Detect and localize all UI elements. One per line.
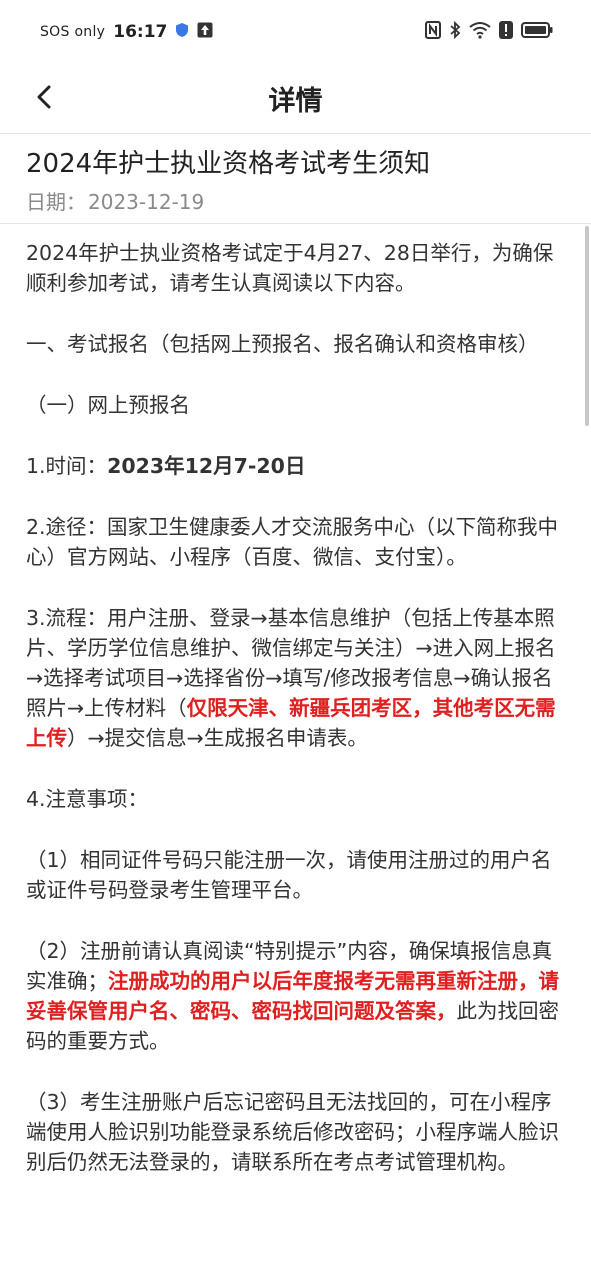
note-1: （1）相同证件号码只能注册一次，请使用注册过的用户名或证件号码登录考生管理平台。 (26, 848, 552, 902)
upload-arrow-icon (197, 22, 213, 42)
notes-heading: 4.注意事项： (26, 787, 149, 811)
date-label: 日期： (26, 190, 86, 214)
chevron-left-icon (35, 84, 53, 114)
article-header: 2024年护士执业资格考试考生须知 日期： 2023-12-19 (0, 134, 591, 224)
nfc-icon (425, 21, 441, 43)
status-bar: SOS only 16:17 (0, 0, 591, 64)
alert-icon (499, 21, 513, 43)
section-heading: 一、考试报名（包括网上预报名、报名确认和资格审核） (26, 332, 539, 356)
clock: 16:17 (113, 22, 168, 42)
process-text-end: ）→提交信息→生成报名申请表。 (67, 726, 368, 750)
intro-paragraph: 2024年护士执业资格考试定于4月27、28日举行，为确保顺利参加考试，请考生认… (26, 241, 554, 295)
time-label: 1.时间： (26, 454, 108, 478)
article-date: 日期： 2023-12-19 (26, 186, 565, 215)
note-3: （3）考生注册账户后忘记密码且无法找回的，可在小程序端使用人脸识别功能登录系统后… (26, 1090, 559, 1174)
date-value: 2023-12-19 (88, 190, 205, 214)
time-paragraph: 1.时间：2023年12月7-20日 (26, 451, 561, 481)
status-left: SOS only 16:17 (40, 22, 213, 42)
battery-icon (521, 21, 553, 43)
article-title: 2024年护士执业资格考试考生须知 (26, 149, 431, 179)
page-title: 详情 (268, 86, 323, 117)
status-right (425, 20, 553, 43)
route-paragraph: 2.途径：国家卫生健康委人才交流服务中心（以下简称我中心）官方网站、小程序（百度… (26, 515, 559, 569)
nav-bar: 详情 (0, 64, 591, 134)
subsection-heading: （一）网上预报名 (26, 393, 190, 417)
time-value: 2023年12月7-20日 (107, 454, 306, 478)
process-paragraph: 3.流程：用户注册、登录→基本信息维护（包括上传基本照片、学历学位信息维护、微信… (26, 603, 561, 753)
scrollbar[interactable] (585, 226, 589, 426)
shield-icon (175, 22, 189, 42)
article-body: 2024年护士执业资格考试定于4月27、28日举行，为确保顺利参加考试，请考生认… (0, 224, 591, 1280)
carrier-label: SOS only (40, 24, 106, 40)
wifi-icon (469, 21, 491, 43)
back-button[interactable] (24, 79, 64, 119)
bluetooth-icon (449, 20, 461, 43)
note-2: （2）注册前请认真阅读“特别提示”内容，确保填报信息真实准确；注册成功的用户以后… (26, 936, 561, 1056)
